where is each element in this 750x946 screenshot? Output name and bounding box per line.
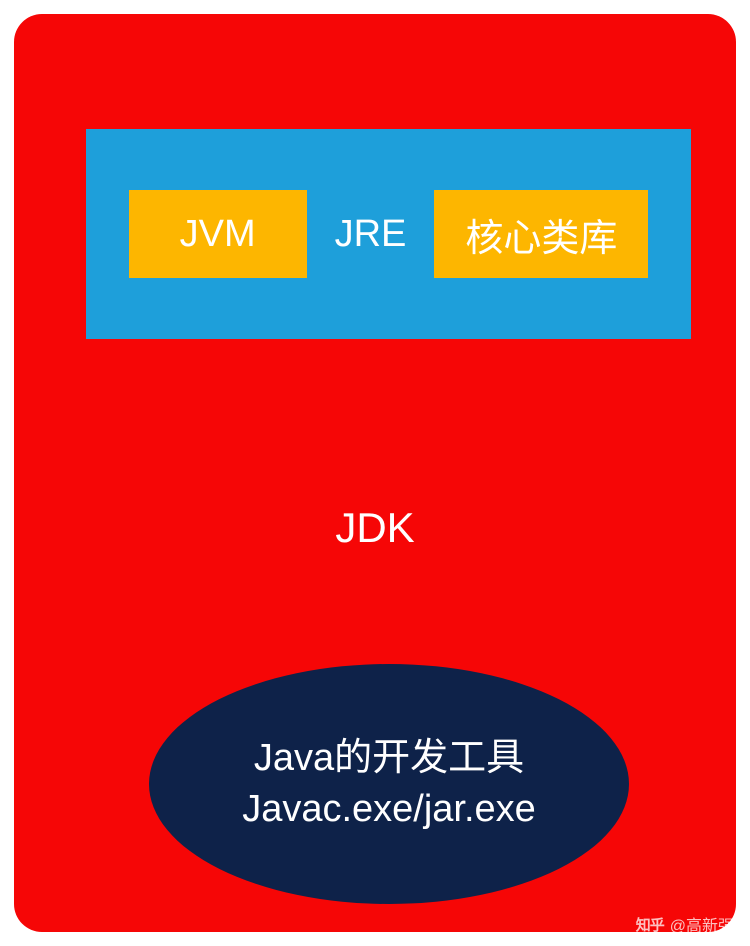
dev-tools-ellipse: Java的开发工具 Javac.exe/jar.exe [149, 664, 629, 904]
dev-tools-line2: Javac.exe/jar.exe [242, 784, 536, 835]
zhihu-icon: 知乎 [636, 914, 664, 935]
jre-container: JVM JRE 核心类库 [86, 129, 691, 339]
core-library-box: 核心类库 [434, 190, 648, 278]
watermark-author: @高新强 [670, 912, 734, 936]
watermark: 知乎 @高新强 [636, 912, 734, 936]
jvm-box: JVM [129, 190, 307, 278]
dev-tools-line1: Java的开发工具 [254, 733, 524, 784]
jdk-label: JDK [14, 504, 736, 552]
jdk-container: JVM JRE 核心类库 JDK Java的开发工具 Javac.exe/jar… [14, 14, 736, 932]
jvm-label: JVM [180, 213, 256, 256]
jre-label: JRE [335, 213, 407, 256]
core-library-label: 核心类库 [465, 207, 617, 262]
